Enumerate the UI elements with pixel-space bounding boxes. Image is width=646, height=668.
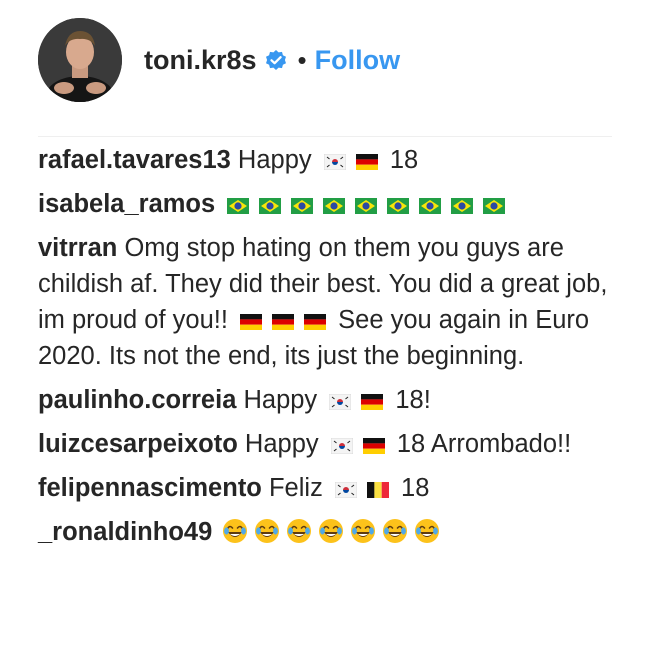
flag-brazil-icon — [259, 188, 282, 214]
flag-brazil-icon — [323, 188, 346, 214]
flag-germany-icon — [272, 304, 295, 330]
flag-brazil-icon — [227, 188, 250, 214]
flag-brazil-icon — [483, 188, 506, 214]
comment-text: Happy — [244, 430, 319, 458]
comment-username[interactable]: _ronaldinho49 — [38, 518, 212, 546]
comments-list: rafael.tavares13 Happy 18 isabela_ramos v… — [38, 142, 614, 562]
flag-germany-icon — [304, 304, 327, 330]
laughing-emoji-icon — [318, 518, 344, 554]
comment-item: isabela_ramos — [38, 186, 614, 222]
comment-username[interactable]: paulinho.correia — [38, 386, 236, 414]
comment-username[interactable]: felipennascimento — [38, 474, 262, 502]
flag-germany-icon — [361, 384, 384, 410]
laughing-emoji-icon — [414, 518, 440, 554]
comment-username[interactable]: isabela_ramos — [38, 190, 215, 218]
flag-brazil-icon — [291, 188, 314, 214]
flag-brazil-icon — [387, 188, 410, 214]
comment-username[interactable]: rafael.tavares13 — [38, 146, 231, 174]
laughing-emoji-icon — [286, 518, 312, 554]
verified-badge-icon — [264, 48, 288, 72]
avatar[interactable] — [38, 18, 122, 102]
comment-item: paulinho.correia Happy 18! — [38, 382, 614, 418]
comment-item: rafael.tavares13 Happy 18 — [38, 142, 614, 178]
comment-item: vitrran Omg stop hating on them you guys… — [38, 230, 614, 374]
post-header: toni.kr8s • Follow — [38, 18, 612, 102]
comment-item: felipennascimento Feliz 18 — [38, 470, 614, 506]
comment-text: Feliz — [268, 474, 323, 502]
comment-username[interactable]: luizcesarpeixoto — [38, 430, 238, 458]
flag-belgium-icon — [366, 472, 389, 498]
laughing-emoji-icon — [222, 518, 248, 554]
follow-button[interactable]: Follow — [315, 45, 400, 76]
flag-brazil-icon — [355, 188, 378, 214]
comment-text-continued: 18! — [395, 386, 431, 414]
flag-south-korea-icon — [323, 144, 347, 171]
flag-germany-icon — [362, 428, 385, 454]
flag-south-korea-icon — [330, 428, 354, 455]
flag-germany-icon — [240, 304, 263, 330]
separator-dot: • — [297, 45, 307, 75]
flag-south-korea-icon — [328, 384, 352, 411]
comment-item: _ronaldinho49 — [38, 514, 614, 554]
divider — [38, 136, 612, 137]
username[interactable]: toni.kr8s — [144, 45, 257, 76]
comment-text: Happy — [237, 146, 312, 174]
comment-text: Happy — [243, 386, 318, 414]
flag-south-korea-icon — [334, 472, 358, 499]
comment-text-continued: 18 Arrombado!! — [396, 430, 572, 458]
comment-username[interactable]: vitrran — [38, 234, 117, 262]
laughing-emoji-icon — [382, 518, 408, 554]
flag-brazil-icon — [419, 188, 442, 214]
comment-text-continued: 18 — [401, 474, 430, 502]
comment-item: luizcesarpeixoto Happy 18 Arrombado!! — [38, 426, 614, 462]
laughing-emoji-icon — [350, 518, 376, 554]
flag-brazil-icon — [451, 188, 474, 214]
flag-germany-icon — [355, 144, 378, 170]
comment-text-continued: 18 — [389, 146, 419, 174]
laughing-emoji-icon — [254, 518, 280, 554]
